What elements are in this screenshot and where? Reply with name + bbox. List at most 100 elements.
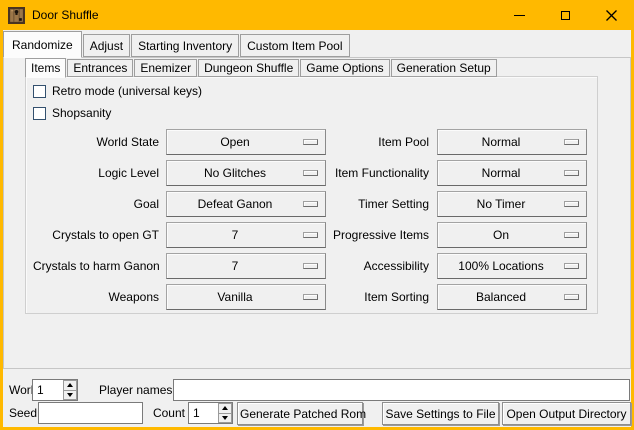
accessibility-value: 100% Locations (438, 259, 564, 273)
progressive-items-dropdown[interactable]: On (437, 222, 587, 248)
dropdown-indicator-icon (564, 232, 579, 238)
dropdown-indicator-icon (564, 201, 579, 207)
tab-custom-item-pool[interactable]: Custom Item Pool (240, 34, 349, 57)
dropdown-indicator-icon (564, 170, 579, 176)
player-names-label: Player names (99, 379, 172, 401)
tab-label: Game Options (306, 61, 383, 75)
count-input[interactable] (189, 403, 218, 423)
tab-label: Custom Item Pool (247, 39, 342, 53)
timer-setting-label: Timer Setting (303, 197, 429, 211)
tab-label: Entrances (73, 61, 127, 75)
spin-down-icon[interactable] (218, 414, 232, 424)
minimize-icon (514, 15, 525, 16)
weapons-label: Weapons (33, 290, 159, 304)
tab-adjust[interactable]: Adjust (83, 34, 130, 57)
goal-dropdown[interactable]: Defeat Ganon (166, 191, 326, 217)
item-sorting-label: Item Sorting (303, 290, 429, 304)
tab-randomize[interactable]: Randomize (3, 31, 82, 58)
weapons-value: Vanilla (167, 290, 303, 304)
retro-mode-row: Retro mode (universal keys) (33, 84, 202, 98)
retro-mode-label: Retro mode (universal keys) (52, 84, 202, 98)
client-area: Randomize Adjust Starting Inventory Cust… (3, 30, 631, 427)
spin-up-icon[interactable] (63, 380, 77, 391)
tab-game-options[interactable]: Game Options (300, 59, 389, 77)
item-sorting-dropdown[interactable]: Balanced (437, 284, 587, 310)
player-names-input[interactable] (173, 379, 630, 401)
seed-input[interactable] (38, 402, 143, 424)
open-output-directory-button[interactable]: Open Output Directory (502, 402, 631, 425)
door-icon (8, 7, 25, 24)
window-title: Door Shuffle (32, 8, 99, 22)
option-row-item-sorting: Item Sorting Balanced (303, 284, 587, 310)
generate-patched-rom-button[interactable]: Generate Patched Rom (237, 402, 363, 425)
main-tab-strip: Randomize Adjust Starting Inventory Cust… (3, 31, 351, 57)
item-pool-value: Normal (438, 135, 564, 149)
option-row-crystals-gt: Crystals to open GT 7 (33, 222, 326, 248)
tab-label: Generation Setup (397, 61, 491, 75)
dropdown-indicator-icon (564, 139, 579, 145)
close-button[interactable] (588, 0, 634, 30)
crystals-gt-dropdown[interactable]: 7 (166, 222, 326, 248)
items-pane: Retro mode (universal keys) Shopsanity W… (25, 76, 598, 314)
option-row-accessibility: Accessibility 100% Locations (303, 253, 587, 279)
maximize-icon (561, 11, 570, 20)
titlebar: Door Shuffle (0, 0, 634, 30)
randomize-pane: Retro mode (universal keys) Shopsanity W… (3, 57, 631, 369)
spin-up-icon[interactable] (218, 403, 232, 414)
crystals-ganon-value: 7 (167, 259, 303, 273)
crystals-gt-value: 7 (167, 228, 303, 242)
option-row-timer-setting: Timer Setting No Timer (303, 191, 587, 217)
minimize-button[interactable] (496, 0, 542, 30)
world-state-label: World State (33, 135, 159, 149)
tab-enemizer[interactable]: Enemizer (134, 59, 197, 77)
logic-level-value: No Glitches (167, 166, 303, 180)
tab-generation-setup[interactable]: Generation Setup (391, 59, 497, 77)
count-label: Count (145, 402, 185, 424)
tab-items[interactable]: Items (25, 58, 66, 78)
logic-level-dropdown[interactable]: No Glitches (166, 160, 326, 186)
maximize-button[interactable] (542, 0, 588, 30)
count-spinner (188, 402, 233, 424)
tab-entrances[interactable]: Entrances (67, 59, 133, 77)
tab-starting-inventory[interactable]: Starting Inventory (131, 34, 239, 57)
goal-label: Goal (33, 197, 159, 211)
world-state-dropdown[interactable]: Open (166, 129, 326, 155)
accessibility-label: Accessibility (303, 259, 429, 273)
tab-label: Adjust (90, 39, 123, 53)
tab-label: Enemizer (140, 61, 191, 75)
tab-label: Randomize (12, 38, 73, 52)
item-sorting-value: Balanced (438, 290, 564, 304)
logic-level-label: Logic Level (33, 166, 159, 180)
tab-label: Dungeon Shuffle (204, 61, 293, 75)
dropdown-indicator-icon (564, 263, 579, 269)
shopsanity-checkbox[interactable] (33, 107, 46, 120)
dropdown-indicator-icon (564, 294, 579, 300)
option-row-item-pool: Item Pool Normal (303, 129, 587, 155)
item-functionality-dropdown[interactable]: Normal (437, 160, 587, 186)
option-row-goal: Goal Defeat Ganon (33, 191, 326, 217)
option-row-world-state: World State Open (33, 129, 326, 155)
timer-setting-dropdown[interactable]: No Timer (437, 191, 587, 217)
shopsanity-label: Shopsanity (52, 106, 111, 120)
retro-mode-checkbox[interactable] (33, 85, 46, 98)
tab-label: Starting Inventory (138, 39, 232, 53)
worlds-spinner (32, 379, 78, 401)
worlds-input[interactable] (33, 380, 63, 400)
accessibility-dropdown[interactable]: 100% Locations (437, 253, 587, 279)
crystals-ganon-label: Crystals to harm Ganon (33, 259, 159, 273)
goal-value: Defeat Ganon (167, 197, 303, 211)
save-settings-button[interactable]: Save Settings to File (382, 402, 499, 425)
app-window: Door Shuffle Randomize Adjust Starting I… (0, 0, 634, 430)
spin-down-icon[interactable] (63, 391, 77, 401)
crystals-ganon-dropdown[interactable]: 7 (166, 253, 326, 279)
option-row-logic-level: Logic Level No Glitches (33, 160, 326, 186)
progressive-items-label: Progressive Items (303, 228, 429, 242)
item-pool-label: Item Pool (303, 135, 429, 149)
weapons-dropdown[interactable]: Vanilla (166, 284, 326, 310)
sub-tab-strip: Items Entrances Enemizer Dungeon Shuffle… (25, 58, 498, 77)
tab-dungeon-shuffle[interactable]: Dungeon Shuffle (198, 59, 299, 77)
world-state-value: Open (167, 135, 303, 149)
tab-label: Items (31, 61, 60, 75)
option-row-crystals-ganon: Crystals to harm Ganon 7 (33, 253, 326, 279)
item-pool-dropdown[interactable]: Normal (437, 129, 587, 155)
